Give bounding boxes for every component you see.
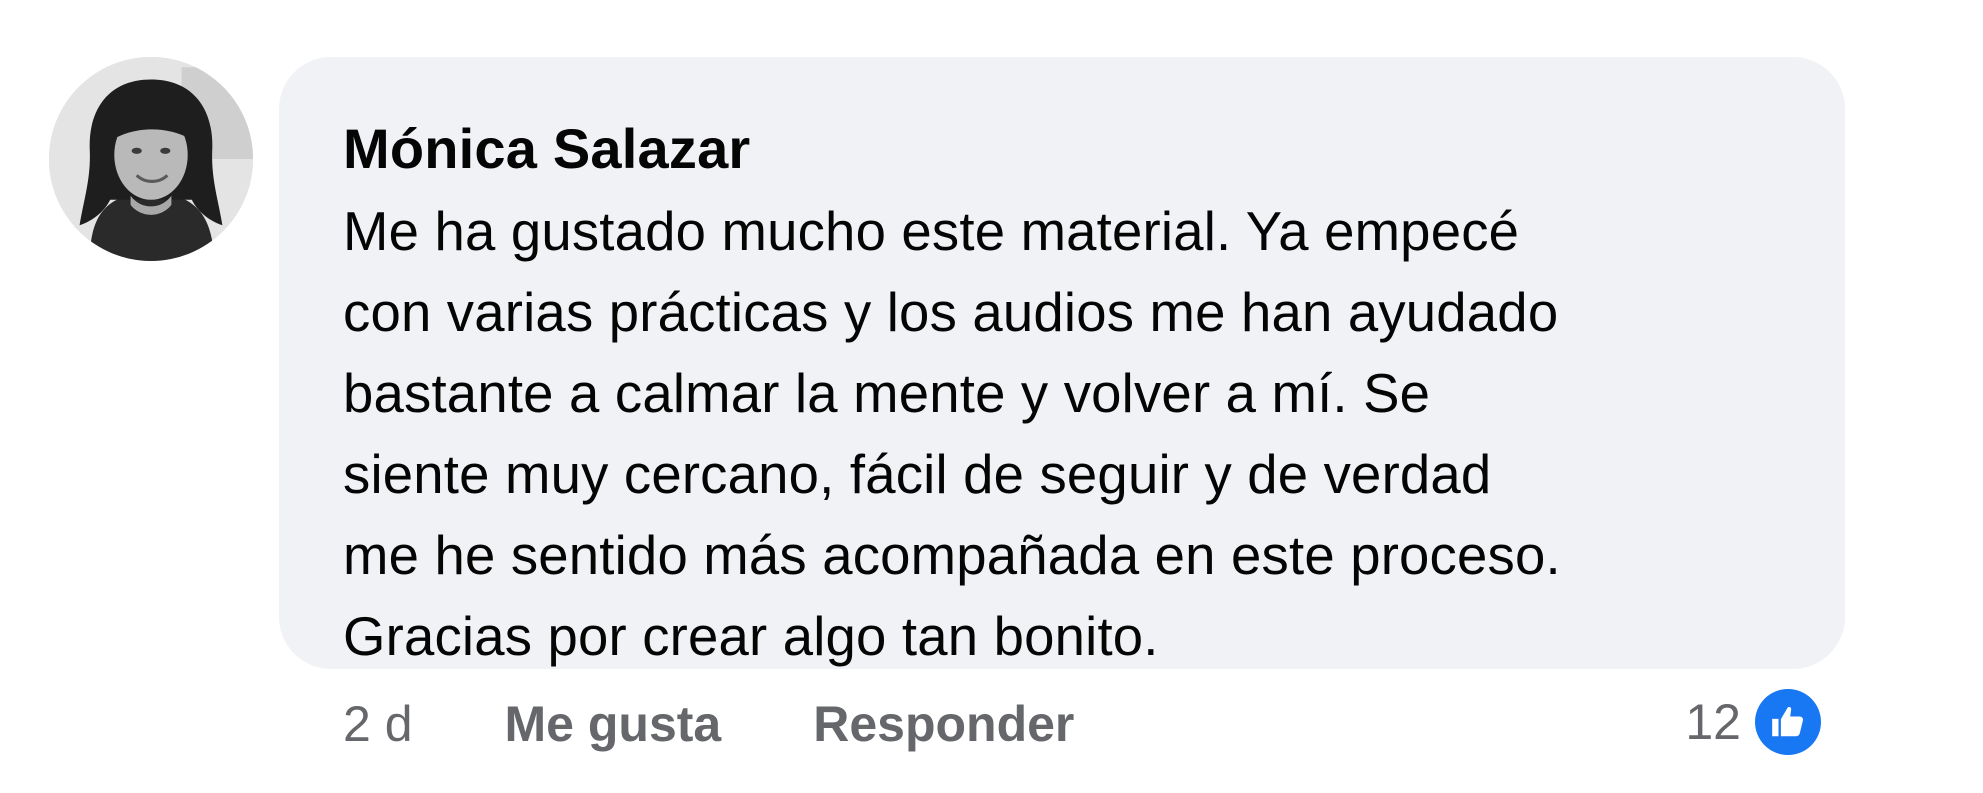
comment-timestamp[interactable]: 2 d <box>343 695 413 753</box>
thumbs-up-icon <box>1755 689 1821 755</box>
comment-text: Me ha gustado mucho este material. Ya em… <box>343 201 1561 667</box>
comment-bubble: Mónica Salazar Me ha gustado mucho este … <box>279 57 1845 669</box>
reply-button[interactable]: Responder <box>813 695 1074 753</box>
reaction-count: 12 <box>1685 694 1741 750</box>
comment-author[interactable]: Mónica Salazar <box>343 121 1785 177</box>
avatar-photo <box>49 57 253 261</box>
avatar[interactable] <box>49 57 253 261</box>
like-button[interactable]: Me gusta <box>505 695 722 753</box>
comment-actions: 2 d Me gusta Responder <box>343 694 1074 754</box>
reaction-summary[interactable]: 12 <box>1685 688 1821 756</box>
